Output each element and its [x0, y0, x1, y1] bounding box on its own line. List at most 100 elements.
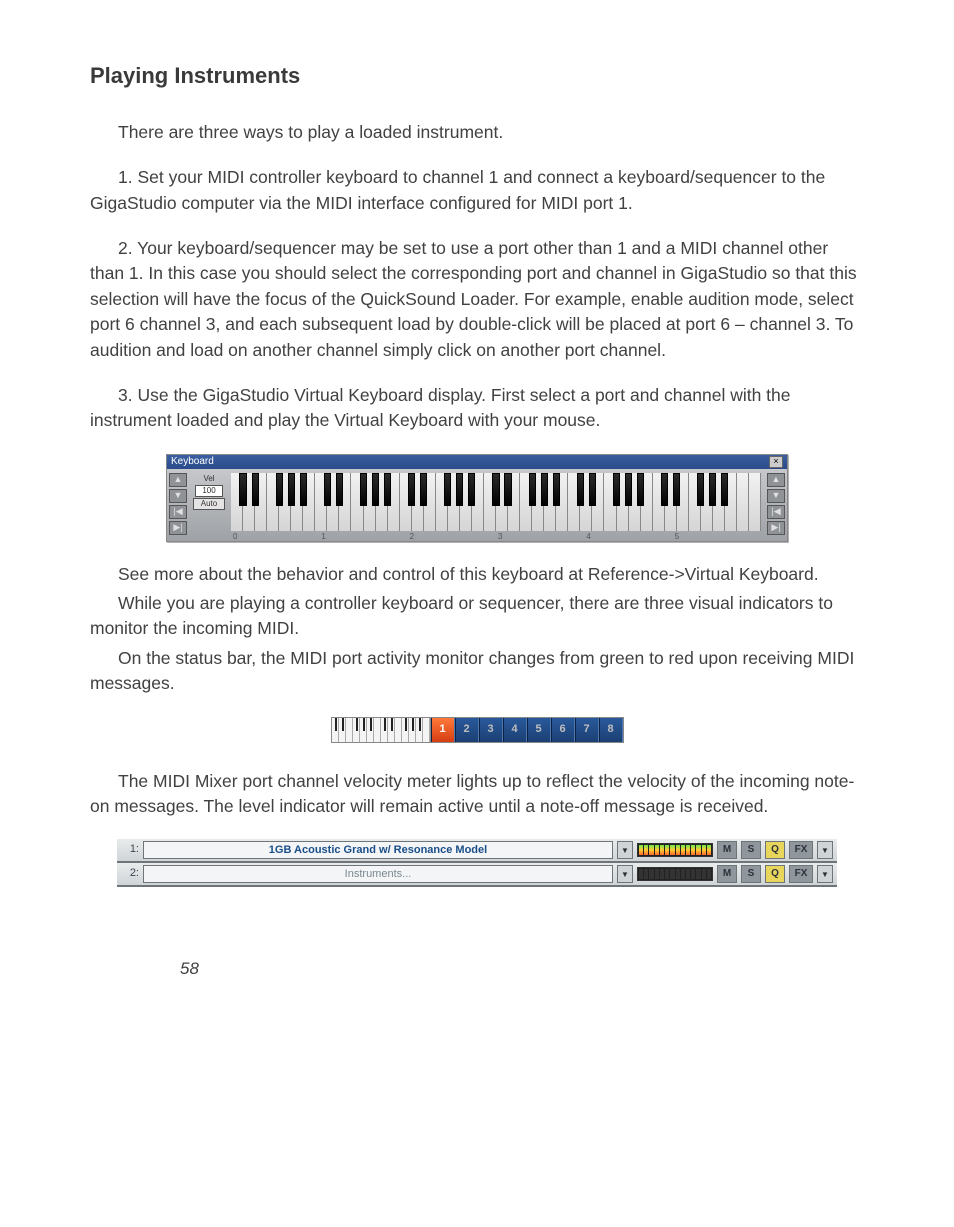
midi-port-button[interactable]: 1: [431, 718, 455, 742]
fx-button[interactable]: FX: [789, 865, 813, 883]
white-key[interactable]: [592, 473, 604, 531]
white-key[interactable]: [725, 473, 737, 531]
white-key[interactable]: [351, 473, 363, 531]
velocity-label: Vel: [203, 473, 214, 485]
white-key[interactable]: [436, 473, 448, 531]
white-key[interactable]: [556, 473, 568, 531]
white-key[interactable]: [701, 473, 713, 531]
velocity-meter: [637, 843, 713, 857]
white-key[interactable]: [448, 473, 460, 531]
white-key[interactable]: [484, 473, 496, 531]
midi-port-button[interactable]: 4: [503, 718, 527, 742]
midi-port-button[interactable]: 5: [527, 718, 551, 742]
keyboard-left-controls: ▲ ▼ |◀ ▶|: [169, 473, 187, 535]
section-heading: Playing Instruments: [90, 60, 864, 92]
quicksound-button[interactable]: Q: [765, 841, 785, 859]
step-3-paragraph: 3. Use the GigaStudio Virtual Keyboard d…: [90, 383, 864, 434]
scroll-last-button[interactable]: ▶|: [767, 521, 785, 535]
white-key[interactable]: [749, 473, 761, 531]
midi-port-button[interactable]: 2: [455, 718, 479, 742]
quicksound-button[interactable]: Q: [765, 865, 785, 883]
midi-port-button[interactable]: 6: [551, 718, 575, 742]
white-key[interactable]: [472, 473, 484, 531]
instrument-name-field[interactable]: 1GB Acoustic Grand w/ Resonance Model: [143, 841, 613, 859]
keyboard-window: Keyboard × ▲ ▼ |◀ ▶| Vel 100 Auto 012345…: [166, 454, 788, 542]
midi-port-button[interactable]: 8: [599, 718, 623, 742]
fx-button[interactable]: FX: [789, 841, 813, 859]
white-key[interactable]: [243, 473, 255, 531]
white-key[interactable]: [677, 473, 689, 531]
close-icon[interactable]: ×: [769, 456, 783, 468]
white-key[interactable]: [653, 473, 665, 531]
white-key[interactable]: [665, 473, 677, 531]
white-key[interactable]: [580, 473, 592, 531]
instrument-dropdown[interactable]: ▼: [617, 865, 633, 883]
mute-button[interactable]: M: [717, 865, 737, 883]
scroll-first-button[interactable]: |◀: [767, 505, 785, 519]
white-key[interactable]: [327, 473, 339, 531]
white-key[interactable]: [424, 473, 436, 531]
channel-index: 1:: [121, 842, 139, 858]
white-key[interactable]: [713, 473, 725, 531]
velocity-meter: [637, 867, 713, 881]
white-key[interactable]: [339, 473, 351, 531]
octave-down-button[interactable]: ▼: [767, 489, 785, 503]
white-key[interactable]: [520, 473, 532, 531]
white-key[interactable]: [568, 473, 580, 531]
white-key[interactable]: [400, 473, 412, 531]
white-key[interactable]: [532, 473, 544, 531]
white-key[interactable]: [267, 473, 279, 531]
white-key[interactable]: [364, 473, 376, 531]
step-1-paragraph: 1. Set your MIDI controller keyboard to …: [90, 165, 864, 216]
midi-port-button[interactable]: 3: [479, 718, 503, 742]
white-key[interactable]: [737, 473, 749, 531]
white-key[interactable]: [315, 473, 327, 531]
mixer-figure: 1:1GB Acoustic Grand w/ Resonance Model▼…: [90, 839, 864, 887]
scroll-first-button[interactable]: |◀: [169, 505, 187, 519]
white-key[interactable]: [544, 473, 556, 531]
intro-paragraph: There are three ways to play a loaded in…: [90, 120, 864, 145]
piano-keys[interactable]: 012345: [231, 473, 761, 531]
white-key[interactable]: [279, 473, 291, 531]
instrument-name-field[interactable]: Instruments...: [143, 865, 613, 883]
octave-label: 3: [496, 531, 584, 543]
fx-dropdown[interactable]: ▼: [817, 841, 833, 859]
mini-keyboard-icon: [332, 718, 431, 742]
octave-label: 4: [584, 531, 672, 543]
white-key[interactable]: [255, 473, 267, 531]
white-key[interactable]: [231, 473, 243, 531]
white-key[interactable]: [303, 473, 315, 531]
solo-button[interactable]: S: [741, 865, 761, 883]
velocity-value[interactable]: 100: [195, 485, 223, 497]
octave-down-button[interactable]: ▼: [169, 489, 187, 503]
white-key[interactable]: [376, 473, 388, 531]
instrument-dropdown[interactable]: ▼: [617, 841, 633, 859]
white-key[interactable]: [604, 473, 616, 531]
white-key[interactable]: [629, 473, 641, 531]
keyboard-titlebar: Keyboard ×: [167, 455, 787, 469]
white-key[interactable]: [388, 473, 400, 531]
mute-button[interactable]: M: [717, 841, 737, 859]
keyboard-right-controls: ▲ ▼ |◀ ▶|: [767, 473, 785, 535]
octave-up-button[interactable]: ▲: [169, 473, 187, 487]
mixer-row: 1:1GB Acoustic Grand w/ Resonance Model▼…: [117, 839, 837, 863]
virtual-keyboard-figure: Keyboard × ▲ ▼ |◀ ▶| Vel 100 Auto 012345…: [90, 454, 864, 542]
solo-button[interactable]: S: [741, 841, 761, 859]
white-key[interactable]: [617, 473, 629, 531]
auto-button[interactable]: Auto: [193, 498, 225, 510]
scroll-last-button[interactable]: ▶|: [169, 521, 187, 535]
white-key[interactable]: [291, 473, 303, 531]
octave-up-button[interactable]: ▲: [767, 473, 785, 487]
step-2-paragraph: 2. Your keyboard/sequencer may be set to…: [90, 236, 864, 363]
white-key[interactable]: [508, 473, 520, 531]
white-key[interactable]: [460, 473, 472, 531]
fx-dropdown[interactable]: ▼: [817, 865, 833, 883]
white-key[interactable]: [412, 473, 424, 531]
white-key[interactable]: [689, 473, 701, 531]
midi-port-button[interactable]: 7: [575, 718, 599, 742]
white-key[interactable]: [641, 473, 653, 531]
keyboard-title-text: Keyboard: [171, 455, 214, 469]
white-key[interactable]: [496, 473, 508, 531]
port-activity-monitor: 12345678: [331, 717, 624, 743]
after-kbd-paragraph-1: See more about the behavior and control …: [90, 562, 864, 587]
